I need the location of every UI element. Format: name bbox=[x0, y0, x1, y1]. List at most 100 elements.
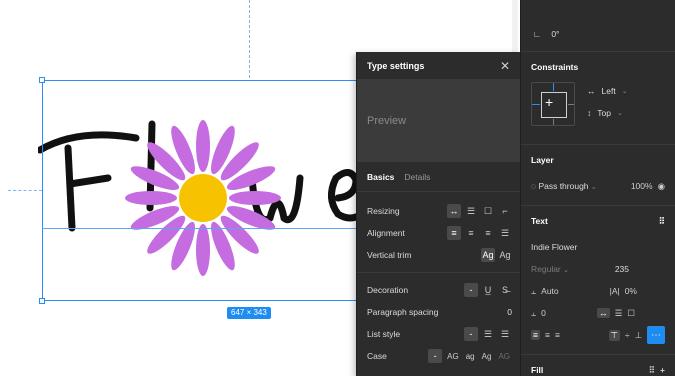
case-row: Case - AG ag Ag AG bbox=[357, 345, 520, 367]
lowercase-option[interactable]: ag bbox=[464, 352, 477, 361]
vertical-guide bbox=[249, 0, 250, 78]
trim-cap-height-icon[interactable]: Ag bbox=[498, 248, 512, 262]
align-middle-icon[interactable]: ÷ bbox=[625, 330, 630, 340]
align-justify-icon[interactable]: ☰ bbox=[498, 226, 512, 240]
horizontal-arrows-icon: ↔ bbox=[587, 86, 596, 96]
chevron-down-icon: ⌄ bbox=[590, 184, 597, 191]
paragraph-spacing-field[interactable]: 0 bbox=[541, 308, 546, 318]
decoration-row: Decoration - U̲ S̶ bbox=[357, 279, 520, 301]
tab-details[interactable]: Details bbox=[404, 172, 430, 182]
vertical-trim-row: Vertical trim Ag Ag bbox=[357, 244, 520, 266]
vertical-constraint-select[interactable]: ↕ Top ⌄ bbox=[587, 108, 623, 118]
vertical-constraint-value: Top bbox=[597, 108, 611, 118]
close-icon[interactable]: ✕ bbox=[500, 59, 510, 73]
horizontal-guide bbox=[8, 190, 42, 191]
font-weight-value: Regular bbox=[531, 264, 561, 274]
constraints-section: Constraints + ↔ Left ⌄ ↕ Top ⌄ bbox=[521, 52, 675, 145]
font-weight-select[interactable]: Regular ⌄ bbox=[531, 264, 569, 274]
small-caps-option[interactable]: AG bbox=[496, 352, 512, 361]
align-left-icon[interactable]: ≡ bbox=[531, 330, 540, 340]
selection-box[interactable] bbox=[42, 80, 362, 301]
resizing-row: Resizing ↔ ☰ ☐ ⌐ bbox=[357, 200, 520, 222]
tab-basics[interactable]: Basics bbox=[367, 172, 394, 182]
type-settings-grid-icon[interactable]: ⠿ bbox=[659, 216, 665, 227]
line-height-input[interactable]: Auto bbox=[541, 286, 559, 296]
truncate-icon[interactable]: ⌐ bbox=[498, 204, 512, 218]
line-height-icon: ⫠ bbox=[531, 285, 537, 296]
properties-panel: ∟ 0° Constraints + ↔ Left ⌄ ↕ Top ⌄ Laye… bbox=[520, 0, 675, 376]
constraints-widget[interactable]: + bbox=[531, 82, 575, 126]
paragraph-spacing-row: Paragraph spacing 0 bbox=[357, 301, 520, 323]
plus-icon: + bbox=[545, 94, 554, 110]
align-right-icon[interactable]: ≡ bbox=[481, 226, 495, 240]
alignment-row: Alignment ≡ ≡ ≡ ☰ bbox=[357, 222, 520, 244]
align-center-icon[interactable]: ≡ bbox=[464, 226, 478, 240]
align-top-icon[interactable]: ⊤ bbox=[608, 329, 620, 341]
preview-label: Preview bbox=[367, 115, 407, 127]
no-decoration-icon[interactable]: - bbox=[464, 283, 478, 297]
align-bottom-icon[interactable]: ⊥ bbox=[635, 330, 642, 341]
paragraph-spacing-icon: ⫠ bbox=[531, 307, 537, 318]
resizing-label: Resizing bbox=[367, 206, 400, 216]
chevron-down-icon: ⌄ bbox=[621, 88, 628, 95]
blend-drop-icon: ◌ bbox=[531, 181, 537, 191]
transform-section: ∟ 0° bbox=[521, 0, 675, 52]
uppercase-option[interactable]: AG bbox=[445, 352, 461, 361]
numbered-list-icon[interactable]: ☰ bbox=[498, 327, 512, 341]
more-type-settings-button[interactable]: ⋯ bbox=[647, 326, 665, 344]
align-center-icon[interactable]: ≡ bbox=[545, 330, 550, 340]
text-section: Text ⠿ Indie Flower Regular ⌄ 235 ⫠ Auto… bbox=[521, 206, 675, 355]
add-fill-icon[interactable]: + bbox=[660, 365, 665, 375]
chevron-down-icon: ⌄ bbox=[563, 267, 570, 274]
resize-handle-top-left[interactable] bbox=[39, 77, 45, 83]
fixed-size-icon[interactable]: ☐ bbox=[481, 204, 495, 218]
layer-title: Layer bbox=[531, 155, 554, 165]
type-settings-panel: Type settings ✕ Preview Basics Details R… bbox=[356, 52, 520, 376]
resize-handle-bottom-left[interactable] bbox=[39, 298, 45, 304]
auto-width-icon[interactable]: ↔ bbox=[447, 204, 461, 218]
rotation-icon: ∟ bbox=[533, 29, 542, 39]
text-title: Text bbox=[531, 216, 548, 226]
horizontal-constraint-value: Left bbox=[601, 86, 616, 96]
eye-icon[interactable]: ◉ bbox=[658, 181, 665, 192]
align-left-icon[interactable]: ≡ bbox=[447, 226, 461, 240]
text-baseline bbox=[42, 228, 362, 229]
list-style-label: List style bbox=[367, 329, 401, 339]
decoration-label: Decoration bbox=[367, 285, 409, 295]
styles-grid-icon[interactable]: ⠿ bbox=[649, 365, 655, 376]
constraints-title: Constraints bbox=[531, 62, 579, 72]
auto-height-icon[interactable]: ☰ bbox=[615, 308, 623, 319]
letter-spacing-input[interactable]: 0% bbox=[625, 286, 637, 296]
auto-width-icon[interactable]: ↔ bbox=[597, 308, 610, 318]
list-style-row: List style - ☰ ☰ bbox=[357, 323, 520, 345]
paragraph-spacing-label: Paragraph spacing bbox=[367, 307, 439, 317]
font-family-select[interactable]: Indie Flower bbox=[531, 242, 577, 252]
vertical-trim-label: Vertical trim bbox=[367, 250, 412, 260]
align-right-icon[interactable]: ≡ bbox=[555, 330, 560, 340]
bulleted-list-icon[interactable]: ☰ bbox=[481, 327, 495, 341]
auto-height-icon[interactable]: ☰ bbox=[464, 204, 478, 218]
rotation-input[interactable]: 0° bbox=[551, 29, 559, 39]
case-label: Case bbox=[367, 351, 387, 361]
no-list-icon[interactable]: - bbox=[464, 327, 478, 341]
vertical-arrows-icon: ↕ bbox=[587, 108, 592, 118]
blend-mode-select[interactable]: ◌ Pass through ⌄ bbox=[531, 181, 597, 191]
type-preview: Preview bbox=[357, 80, 520, 162]
horizontal-constraint-select[interactable]: ↔ Left ⌄ bbox=[587, 86, 628, 96]
letter-spacing-icon: |A| bbox=[609, 286, 620, 296]
type-settings-tabs: Basics Details bbox=[357, 162, 520, 192]
font-size-input[interactable]: 235 bbox=[615, 264, 629, 274]
dimension-badge: 647 × 343 bbox=[227, 307, 271, 319]
paragraph-spacing-input[interactable]: 0 bbox=[507, 307, 512, 317]
alignment-label: Alignment bbox=[367, 228, 405, 238]
type-settings-header: Type settings ✕ bbox=[357, 52, 520, 80]
opacity-input[interactable]: 100% bbox=[631, 181, 653, 191]
strikethrough-icon[interactable]: S̶ bbox=[498, 283, 512, 297]
title-case-option[interactable]: Ag bbox=[480, 352, 494, 361]
type-settings-title: Type settings bbox=[367, 60, 425, 71]
fixed-size-icon[interactable]: ☐ bbox=[627, 308, 635, 319]
trim-standard-icon[interactable]: Ag bbox=[481, 248, 495, 262]
fill-section: Fill ⠿ + bbox=[521, 355, 675, 376]
case-none-icon[interactable]: - bbox=[428, 349, 443, 363]
underline-icon[interactable]: U̲ bbox=[481, 283, 495, 297]
